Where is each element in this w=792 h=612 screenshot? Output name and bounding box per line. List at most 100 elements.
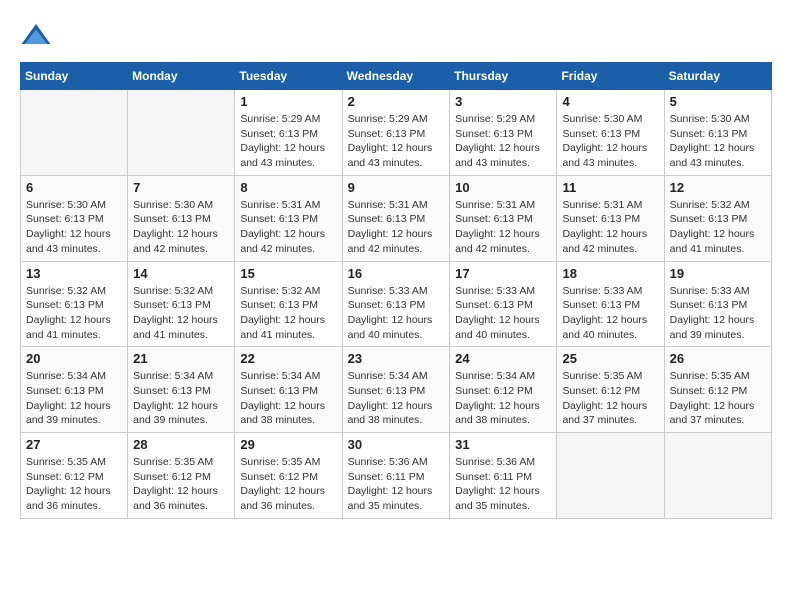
calendar-cell: 26 Sunrise: 5:35 AMSunset: 6:12 PMDayligh… — [664, 347, 771, 433]
calendar-cell: 18Sunrise: 5:33 AMSunset: 6:13 PMDayligh… — [557, 261, 664, 347]
day-number: 31 — [455, 437, 551, 452]
calendar-cell: 31 Sunrise: 5:36 AMSunset: 6:11 PMDayligh… — [450, 433, 557, 519]
day-number: 22 — [240, 351, 336, 366]
day-header-friday: Friday — [557, 63, 664, 90]
calendar-cell: 21 Sunrise: 5:34 AMSunset: 6:13 PMDayligh… — [128, 347, 235, 433]
day-info: Sunrise: 5:35 AMSunset: 6:12 PMDaylight:… — [240, 455, 336, 514]
day-number: 11 — [562, 180, 658, 195]
day-info: Sunrise: 5:35 AMSunset: 6:12 PMDaylight:… — [133, 455, 229, 514]
day-number: 28 — [133, 437, 229, 452]
day-number: 9 — [348, 180, 445, 195]
page-header — [20, 20, 772, 52]
calendar-cell: 10Sunrise: 5:31 AMSunset: 6:13 PMDayligh… — [450, 175, 557, 261]
day-number: 17 — [455, 266, 551, 281]
day-number: 21 — [133, 351, 229, 366]
calendar-cell — [128, 90, 235, 176]
day-number: 30 — [348, 437, 445, 452]
day-info: Sunrise: 5:32 AMSunset: 6:13 PMDaylight:… — [26, 284, 122, 343]
calendar-cell: 20 Sunrise: 5:34 AMSunset: 6:13 PMDayligh… — [21, 347, 128, 433]
day-number: 20 — [26, 351, 122, 366]
day-header-thursday: Thursday — [450, 63, 557, 90]
calendar-cell: 30 Sunrise: 5:36 AMSunset: 6:11 PMDayligh… — [342, 433, 450, 519]
calendar-week-row: 20 Sunrise: 5:34 AMSunset: 6:13 PMDayligh… — [21, 347, 772, 433]
day-info: Sunrise: 5:34 AMSunset: 6:13 PMDaylight:… — [133, 369, 229, 428]
calendar-cell: 2 Sunrise: 5:29 AMSunset: 6:13 PMDaylight… — [342, 90, 450, 176]
calendar-header-row: SundayMondayTuesdayWednesdayThursdayFrid… — [21, 63, 772, 90]
calendar-cell: 28 Sunrise: 5:35 AMSunset: 6:12 PMDayligh… — [128, 433, 235, 519]
day-number: 13 — [26, 266, 122, 281]
day-info: Sunrise: 5:30 AMSunset: 6:13 PMDaylight:… — [26, 198, 122, 257]
calendar-cell: 16Sunrise: 5:33 AMSunset: 6:13 PMDayligh… — [342, 261, 450, 347]
day-info: Sunrise: 5:35 AMSunset: 6:12 PMDaylight:… — [26, 455, 122, 514]
calendar-cell — [21, 90, 128, 176]
day-number: 12 — [670, 180, 766, 195]
day-info: Sunrise: 5:34 AMSunset: 6:13 PMDaylight:… — [240, 369, 336, 428]
calendar-week-row: 1 Sunrise: 5:29 AMSunset: 6:13 PMDaylight… — [21, 90, 772, 176]
day-info: Sunrise: 5:33 AMSunset: 6:13 PMDaylight:… — [670, 284, 766, 343]
calendar-cell: 5 Sunrise: 5:30 AMSunset: 6:13 PMDaylight… — [664, 90, 771, 176]
calendar-cell: 15 Sunrise: 5:32 AMSunset: 6:13 PMDayligh… — [235, 261, 342, 347]
calendar-table: SundayMondayTuesdayWednesdayThursdayFrid… — [20, 62, 772, 519]
day-number: 25 — [562, 351, 658, 366]
calendar-cell: 23Sunrise: 5:34 AMSunset: 6:13 PMDayligh… — [342, 347, 450, 433]
calendar-cell: 14 Sunrise: 5:32 AMSunset: 6:13 PMDayligh… — [128, 261, 235, 347]
calendar-cell: 11 Sunrise: 5:31 AMSunset: 6:13 PMDayligh… — [557, 175, 664, 261]
calendar-cell: 24 Sunrise: 5:34 AMSunset: 6:12 PMDayligh… — [450, 347, 557, 433]
calendar-cell: 29Sunrise: 5:35 AMSunset: 6:12 PMDayligh… — [235, 433, 342, 519]
calendar-cell: 8 Sunrise: 5:31 AMSunset: 6:13 PMDaylight… — [235, 175, 342, 261]
day-info: Sunrise: 5:34 AMSunset: 6:12 PMDaylight:… — [455, 369, 551, 428]
day-number: 5 — [670, 94, 766, 109]
calendar-cell: 9 Sunrise: 5:31 AMSunset: 6:13 PMDaylight… — [342, 175, 450, 261]
logo-icon — [20, 20, 52, 52]
calendar-cell: 22 Sunrise: 5:34 AMSunset: 6:13 PMDayligh… — [235, 347, 342, 433]
day-number: 15 — [240, 266, 336, 281]
calendar-cell — [557, 433, 664, 519]
day-info: Sunrise: 5:32 AMSunset: 6:13 PMDaylight:… — [240, 284, 336, 343]
calendar-cell: 27Sunrise: 5:35 AMSunset: 6:12 PMDayligh… — [21, 433, 128, 519]
calendar-cell: 25 Sunrise: 5:35 AMSunset: 6:12 PMDayligh… — [557, 347, 664, 433]
calendar-week-row: 13 Sunrise: 5:32 AMSunset: 6:13 PMDayligh… — [21, 261, 772, 347]
day-number: 3 — [455, 94, 551, 109]
day-number: 14 — [133, 266, 229, 281]
day-info: Sunrise: 5:29 AMSunset: 6:13 PMDaylight:… — [455, 112, 551, 171]
day-number: 4 — [562, 94, 658, 109]
day-header-monday: Monday — [128, 63, 235, 90]
calendar-week-row: 6 Sunrise: 5:30 AMSunset: 6:13 PMDaylight… — [21, 175, 772, 261]
day-info: Sunrise: 5:36 AMSunset: 6:11 PMDaylight:… — [455, 455, 551, 514]
calendar-cell — [664, 433, 771, 519]
day-info: Sunrise: 5:31 AMSunset: 6:13 PMDaylight:… — [562, 198, 658, 257]
day-info: Sunrise: 5:30 AMSunset: 6:13 PMDaylight:… — [670, 112, 766, 171]
day-number: 10 — [455, 180, 551, 195]
day-info: Sunrise: 5:29 AMSunset: 6:13 PMDaylight:… — [348, 112, 445, 171]
day-number: 8 — [240, 180, 336, 195]
day-header-tuesday: Tuesday — [235, 63, 342, 90]
day-info: Sunrise: 5:31 AMSunset: 6:13 PMDaylight:… — [240, 198, 336, 257]
day-number: 6 — [26, 180, 122, 195]
day-number: 1 — [240, 94, 336, 109]
day-info: Sunrise: 5:30 AMSunset: 6:13 PMDaylight:… — [562, 112, 658, 171]
day-header-wednesday: Wednesday — [342, 63, 450, 90]
day-number: 26 — [670, 351, 766, 366]
day-info: Sunrise: 5:35 AMSunset: 6:12 PMDaylight:… — [562, 369, 658, 428]
calendar-cell: 13 Sunrise: 5:32 AMSunset: 6:13 PMDayligh… — [21, 261, 128, 347]
day-number: 18 — [562, 266, 658, 281]
calendar-cell: 1Sunrise: 5:29 AMSunset: 6:13 PMDaylight… — [235, 90, 342, 176]
day-info: Sunrise: 5:35 AMSunset: 6:12 PMDaylight:… — [670, 369, 766, 428]
day-number: 2 — [348, 94, 445, 109]
calendar-cell: 17Sunrise: 5:33 AMSunset: 6:13 PMDayligh… — [450, 261, 557, 347]
day-info: Sunrise: 5:33 AMSunset: 6:13 PMDaylight:… — [348, 284, 445, 343]
day-info: Sunrise: 5:32 AMSunset: 6:13 PMDaylight:… — [133, 284, 229, 343]
day-info: Sunrise: 5:32 AMSunset: 6:13 PMDaylight:… — [670, 198, 766, 257]
day-number: 24 — [455, 351, 551, 366]
day-info: Sunrise: 5:30 AMSunset: 6:13 PMDaylight:… — [133, 198, 229, 257]
day-number: 7 — [133, 180, 229, 195]
day-info: Sunrise: 5:34 AMSunset: 6:13 PMDaylight:… — [348, 369, 445, 428]
calendar-cell: 7 Sunrise: 5:30 AMSunset: 6:13 PMDaylight… — [128, 175, 235, 261]
calendar-cell: 6 Sunrise: 5:30 AMSunset: 6:13 PMDaylight… — [21, 175, 128, 261]
calendar-week-row: 27Sunrise: 5:35 AMSunset: 6:12 PMDayligh… — [21, 433, 772, 519]
day-info: Sunrise: 5:31 AMSunset: 6:13 PMDaylight:… — [348, 198, 445, 257]
day-info: Sunrise: 5:34 AMSunset: 6:13 PMDaylight:… — [26, 369, 122, 428]
day-info: Sunrise: 5:36 AMSunset: 6:11 PMDaylight:… — [348, 455, 445, 514]
day-header-saturday: Saturday — [664, 63, 771, 90]
day-number: 19 — [670, 266, 766, 281]
